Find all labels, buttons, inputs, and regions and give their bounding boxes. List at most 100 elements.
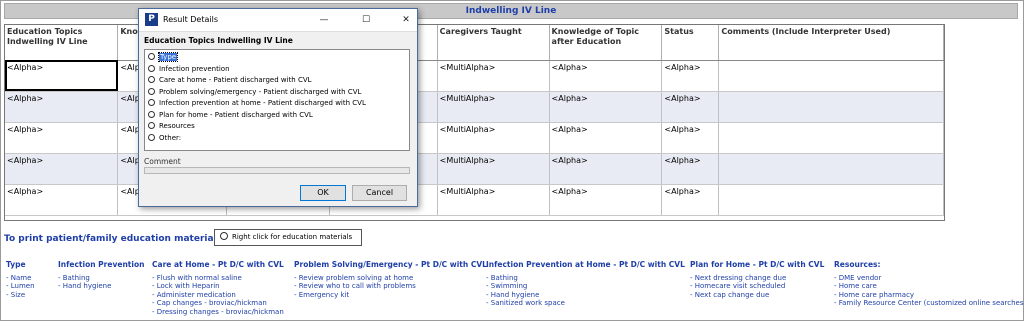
reference-item: - Review problem solving at home [294,273,414,282]
reference-item: - Home care pharmacy [834,290,915,299]
table-cell[interactable]: <Alpha> [549,122,663,154]
reference-column-title: Infection Prevention at Home - Pt D/C wi… [486,260,685,269]
topic-option[interactable]: Care at home - Patient discharged with C… [148,75,406,87]
reference-item: - Next dressing change due [690,273,787,282]
reference-item: - Flush with normal saline [152,273,242,282]
reference-column-title: Infection Prevention [58,260,145,269]
reference-item: - Hand hygiene [58,282,112,290]
radio-icon[interactable] [148,110,155,118]
radio-icon[interactable] [148,122,155,129]
table-cell[interactable]: <MultiAlpha> [437,91,550,123]
column-header: Education Topics Indwelling IV Line [5,25,119,61]
reference-item: - Next cap change due [690,290,770,299]
reference-item: - Emergency kit [294,290,350,299]
topic-option-label: Other: [159,133,182,142]
topic-option[interactable]: Type [148,52,406,64]
topic-option-label: Care at home - Patient discharged with C… [159,76,312,84]
reference-item: - Cap changes - broviac/hickman [152,299,267,307]
result-details-dialog: P Result Details — ☐ ✕ Education Topics … [138,8,418,207]
reference-column: Type - Name - Lumen - Size [6,260,35,299]
reference-column-title: Problem Solving/Emergency - Pt D/C with … [294,260,487,269]
radio-icon[interactable] [148,99,155,106]
table-cell[interactable]: <MultiAlpha> [437,122,550,154]
reference-item: - Swimming [486,282,528,290]
table-cell[interactable] [718,91,944,123]
topic-option[interactable]: Infection prevention [148,64,406,76]
table-cell[interactable]: <Alpha> [5,153,119,185]
table-cell[interactable]: <MultiAlpha> [437,153,550,185]
reference-item: - Bathing [486,273,518,282]
topic-option-label: Infection prevention [159,64,230,73]
reference-item: - Hand hygiene [486,290,540,299]
topic-option[interactable]: Resources [148,121,406,133]
radio-icon[interactable] [148,64,155,72]
table-cell[interactable]: <MultiAlpha> [437,60,550,92]
radio-icon[interactable] [148,76,155,83]
minimize-button[interactable]: — [311,9,337,31]
close-button[interactable]: ✕ [393,9,419,31]
table-cell[interactable]: <Alpha> [661,122,720,154]
topic-option[interactable]: Plan for home - Patient discharged with … [148,110,406,122]
table-cell[interactable]: <Alpha> [661,60,720,92]
reference-column-title: Care at Home - Pt D/C with CVL [152,260,284,269]
radio-icon[interactable] [220,232,228,240]
table-cell[interactable]: <Alpha> [661,91,720,123]
reference-item: - Family Resource Center (customized onl… [834,299,1024,307]
topic-option[interactable]: Infection prevention at home - Patient d… [148,98,406,110]
comment-input[interactable] [144,167,410,174]
table-cell[interactable]: <Alpha> [549,91,663,123]
table-cell[interactable] [718,184,944,216]
topic-option-label: Infection prevention at home - Patient d… [159,99,366,107]
reference-column: Problem Solving/Emergency - Pt D/C with … [294,260,487,299]
table-cell[interactable]: <Alpha> [549,184,663,216]
cancel-button[interactable]: Cancel [352,185,407,201]
column-header: Caregivers Taught [437,25,550,61]
topic-option[interactable]: Problem solving/emergency - Patient disc… [148,87,406,99]
radio-icon[interactable] [148,133,155,141]
reference-item: - Dressing changes - broviac/hickman [152,307,284,316]
reference-item: - DME vendor [834,273,882,282]
maximize-button[interactable]: ☐ [353,9,379,31]
topic-option[interactable]: Other: [148,133,406,145]
ok-button[interactable]: OK [300,185,346,201]
reference-column: Resources: - DME vendor - Home care - Home … [834,260,1024,308]
topics-label: Education Topics Indwelling IV Line [144,36,293,45]
table-cell[interactable]: <Alpha> [5,91,119,123]
table-cell[interactable] [718,60,944,92]
reference-item: - Lumen [6,282,35,290]
dialog-title-bar[interactable]: P Result Details — ☐ ✕ [139,9,417,31]
reference-item: - Size [6,290,26,299]
table-cell[interactable] [718,122,944,154]
topic-option-label: Problem solving/emergency - Patient disc… [159,87,362,96]
reference-item: - Bathing [58,273,90,282]
reference-item: - Sanitized work space [486,299,565,307]
reference-column-title: Resources: [834,260,881,269]
radio-icon[interactable] [148,53,155,60]
table-cell[interactable]: <Alpha> [549,60,663,92]
dialog-body: Education Topics Indwelling IV Line Type… [139,31,417,206]
reference-column: Infection Prevention at Home - Pt D/C wi… [486,260,685,308]
table-cell[interactable]: <Alpha> [661,153,720,185]
reference-column: Care at Home - Pt D/C with CVL - Flush wi… [152,260,284,316]
app-logo-icon: P [145,13,158,26]
reference-item: - Home care [834,282,877,290]
table-cell[interactable]: <Alpha> [5,122,119,154]
column-header: Status [661,25,720,61]
reference-column-title: Type [6,260,26,269]
education-materials-option-label: Right click for education materials [232,233,353,241]
topic-options-list: Type Infection prevention Care at home - P… [144,49,410,151]
table-cell[interactable] [718,153,944,185]
table-cell[interactable]: <Alpha> [5,60,119,92]
reference-column: Plan for Home - Pt D/C with CVL - Next dr… [690,260,824,299]
column-header: Comments (Include Interpreter Used) [718,25,944,61]
column-header: Knowledge of Topic after Education [549,25,663,61]
table-cell[interactable]: <MultiAlpha> [437,184,550,216]
print-materials-label: To print patient/family education materi… [4,234,226,244]
table-cell[interactable]: <Alpha> [549,153,663,185]
table-cell[interactable]: <Alpha> [661,184,720,216]
table-cell[interactable]: <Alpha> [5,184,119,216]
comment-label: Comment [144,157,181,166]
radio-icon[interactable] [148,87,155,95]
reference-item: - Lock with Heparin [152,282,220,290]
education-materials-option[interactable]: Right click for education materials [214,229,362,246]
